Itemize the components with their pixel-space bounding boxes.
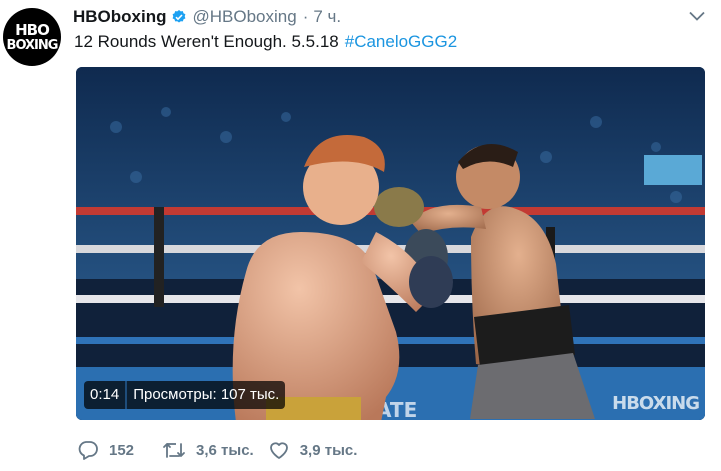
display-name[interactable]: HBOboxing [73,7,167,27]
video-player[interactable]: ATE 0:14 Просмотры: 107 тыс. HBOXING [76,67,705,420]
verified-badge-icon [172,10,185,23]
video-watermark: HBOXING [612,393,700,414]
avatar[interactable]: HBO BOXING [3,8,61,66]
tweet-text: 12 Rounds Weren't Enough. 5.5.18 #CaneloG… [74,32,457,52]
avatar-line2: BOXING [6,37,59,53]
avatar-line1: HBO [15,20,50,39]
video-frame: ATE [76,67,705,420]
tweet-header: HBOboxing @HBOboxing · 7 ч. [73,6,701,28]
hashtag-link[interactable]: #CaneloGGG2 [345,32,457,51]
reply-icon [78,441,98,460]
retweet-button[interactable]: 3,6 тыс. [162,440,254,460]
handle[interactable]: @HBOboxing [193,7,297,27]
reply-count: 152 [109,441,135,459]
video-views: Просмотры: 107 тыс. [127,381,286,409]
chevron-down-icon[interactable] [689,11,705,21]
like-count: 3,9 тыс. [299,441,358,459]
like-button[interactable]: 3,9 тыс. [268,440,358,460]
like-icon [269,442,288,459]
tweet-body: 12 Rounds Weren't Enough. 5.5.18 [74,32,339,51]
retweet-count: 3,6 тыс. [196,441,254,459]
retweet-icon [163,443,185,458]
video-info-overlay: 0:14 Просмотры: 107 тыс. [84,381,286,409]
video-duration: 0:14 [84,381,126,409]
reply-button[interactable]: 152 [77,440,134,460]
timestamp[interactable]: 7 ч. [313,7,341,27]
tweet-actions: 152 3,6 тыс. 3,9 тыс. [77,440,371,460]
separator-dot: · [302,7,309,26]
